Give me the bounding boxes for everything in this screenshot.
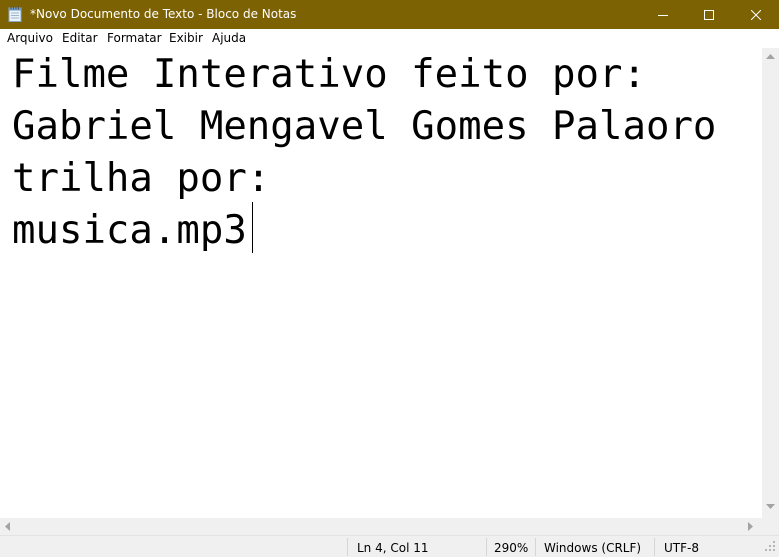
scroll-up-arrow-icon[interactable] xyxy=(766,54,775,60)
notepad-icon[interactable] xyxy=(8,6,22,22)
scrollbar-corner xyxy=(762,518,779,535)
maximize-icon xyxy=(704,9,714,20)
close-button[interactable] xyxy=(733,0,779,29)
horizontal-scrollbar[interactable] xyxy=(0,518,762,535)
menu-bar: Arquivo Editar Formatar Exibir Ajuda xyxy=(0,29,779,48)
menu-formatar[interactable]: Formatar xyxy=(107,31,162,46)
notepad-window: *Novo Documento de Texto - Bloco de Nota… xyxy=(0,0,779,557)
text-caret xyxy=(252,202,253,253)
status-zoom: 290% xyxy=(494,541,529,555)
vertical-scrollbar[interactable] xyxy=(762,48,779,518)
status-separator xyxy=(654,538,655,556)
minimize-icon xyxy=(658,14,668,16)
title-bar[interactable]: *Novo Documento de Texto - Bloco de Nota… xyxy=(0,0,779,29)
status-encoding: UTF-8 xyxy=(664,541,699,555)
menu-exibir[interactable]: Exibir xyxy=(169,31,203,46)
menu-arquivo[interactable]: Arquivo xyxy=(7,31,53,46)
close-icon xyxy=(751,9,761,20)
text-editor[interactable]: Filme Interativo feito por: Gabriel Meng… xyxy=(0,48,762,518)
editor-line[interactable]: musica.mp3 xyxy=(12,205,247,257)
scroll-down-arrow-icon[interactable] xyxy=(766,504,775,510)
maximize-button[interactable] xyxy=(686,0,732,29)
status-line-ending: Windows (CRLF) xyxy=(544,541,642,555)
scroll-right-arrow-icon[interactable] xyxy=(748,522,754,531)
status-bar: Ln 4, Col 11 290% Windows (CRLF) UTF-8 xyxy=(0,535,779,557)
status-separator xyxy=(486,538,487,556)
editor-line[interactable]: Filme Interativo feito por: xyxy=(12,49,646,101)
window-title: *Novo Documento de Texto - Bloco de Nota… xyxy=(30,7,297,21)
menu-ajuda[interactable]: Ajuda xyxy=(212,31,246,46)
status-separator xyxy=(535,538,536,556)
minimize-button[interactable] xyxy=(640,0,686,29)
resize-grip-icon[interactable] xyxy=(765,541,776,552)
editor-line[interactable]: Gabriel Mengavel Gomes Palaoro xyxy=(12,101,716,153)
status-separator xyxy=(347,538,348,556)
editor-line[interactable]: trilha por: xyxy=(12,153,270,205)
menu-editar[interactable]: Editar xyxy=(62,31,98,46)
scroll-left-arrow-icon[interactable] xyxy=(5,522,11,531)
status-cursor-position: Ln 4, Col 11 xyxy=(357,541,429,555)
